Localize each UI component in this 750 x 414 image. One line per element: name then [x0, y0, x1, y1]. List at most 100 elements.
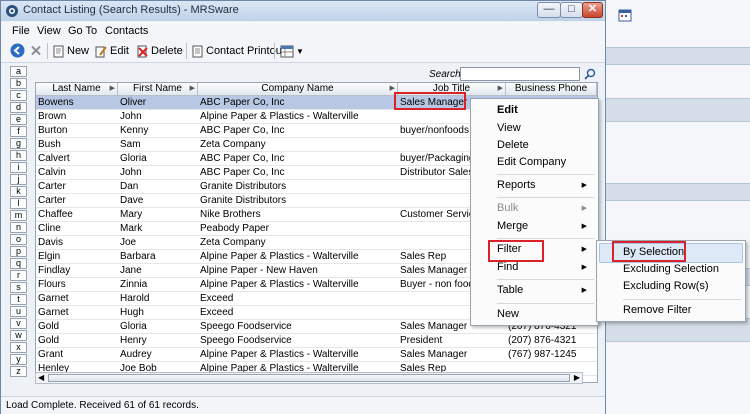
- context-menu-label: New: [497, 308, 520, 320]
- alpha-index-y[interactable]: y: [10, 354, 27, 365]
- bg-band: [606, 183, 750, 201]
- stop-x-icon[interactable]: [29, 43, 43, 58]
- delete-icon: [137, 45, 148, 58]
- column-header-label: First Name: [133, 83, 182, 94]
- alpha-index-w[interactable]: w: [10, 330, 27, 341]
- context-menu-item-table[interactable]: Table ▶: [497, 284, 594, 296]
- table-cell: Davis: [38, 237, 64, 248]
- chevron-down-icon: ▼: [296, 47, 304, 56]
- calendar-icon[interactable]: [618, 8, 632, 22]
- alpha-index-r[interactable]: r: [10, 270, 27, 281]
- maximize-button[interactable]: □: [560, 2, 583, 18]
- menu-goto[interactable]: Go To: [68, 25, 97, 37]
- scroll-right-icon[interactable]: ▶: [574, 373, 580, 383]
- alpha-index-f[interactable]: f: [10, 126, 27, 137]
- table-row[interactable]: Gold Henry Speego Foodservice President (207…: [36, 334, 597, 348]
- horizontal-scrollbar[interactable]: ◀ ▶: [35, 372, 583, 384]
- search-input[interactable]: [460, 67, 580, 81]
- contact-printout-button[interactable]: Contact Printout: [192, 44, 285, 59]
- context-menu-label: Table: [497, 284, 524, 296]
- highlight-selected-cell: [394, 92, 466, 110]
- alpha-index-p[interactable]: p: [10, 246, 27, 257]
- alpha-index-m[interactable]: m: [10, 210, 27, 221]
- title-bar[interactable]: Contact Listing (Search Results) - MRSwa…: [1, 1, 605, 21]
- context-menu-item-view[interactable]: View: [497, 122, 594, 134]
- view-options-dropdown[interactable]: ▼: [280, 44, 304, 59]
- new-button[interactable]: New: [52, 44, 89, 59]
- alpha-index-x[interactable]: x: [10, 342, 27, 353]
- scroll-left-icon[interactable]: ◀: [38, 373, 44, 383]
- table-cell: Exceed: [200, 293, 234, 304]
- column-header-company-name[interactable]: Company Name ▶: [198, 83, 398, 96]
- alpha-index-v[interactable]: v: [10, 318, 27, 329]
- table-cell: Granite Distributors: [200, 195, 287, 206]
- alpha-index-b[interactable]: b: [10, 78, 27, 89]
- scrollbar-thumb[interactable]: [48, 374, 570, 382]
- printout-document-icon: [192, 45, 203, 58]
- table-cell: Gloria: [120, 153, 147, 164]
- context-menu-item-merge[interactable]: Merge ▶: [497, 220, 594, 232]
- table-cell: Garnet: [38, 307, 69, 318]
- submenu-arrow-icon: ▶: [581, 223, 587, 230]
- alpha-index-s[interactable]: s: [10, 282, 27, 293]
- app-gear-icon: [6, 5, 18, 17]
- edit-button[interactable]: Edit: [95, 44, 129, 59]
- grid-view-icon: [280, 45, 294, 58]
- context-menu-label: Merge: [497, 220, 529, 232]
- context-menu-item-delete[interactable]: Delete: [497, 139, 594, 151]
- context-menu-label: View: [497, 122, 521, 134]
- minimize-button[interactable]: —: [537, 2, 561, 18]
- alpha-index-o[interactable]: o: [10, 234, 27, 245]
- alpha-index-k[interactable]: k: [10, 186, 27, 197]
- filter-option-excluding-row-s-[interactable]: Excluding Row(s): [623, 280, 709, 292]
- delete-button[interactable]: Delete: [136, 44, 183, 59]
- table-row[interactable]: Grant Audrey Alpine Paper & Plastics - Wal…: [36, 348, 597, 362]
- alpha-index-q[interactable]: q: [10, 258, 27, 269]
- column-header-first-name[interactable]: First Name ▶: [118, 83, 198, 96]
- alpha-index-z[interactable]: z: [10, 366, 27, 377]
- alpha-index-t[interactable]: t: [10, 294, 27, 305]
- alpha-index-a[interactable]: a: [10, 66, 27, 77]
- context-menu-label: Edit: [497, 104, 518, 116]
- context-menu-item-find[interactable]: Find ▶: [497, 261, 594, 273]
- table-cell: Peabody Paper: [200, 223, 269, 234]
- alpha-index-c[interactable]: c: [10, 90, 27, 101]
- filter-option-excluding-selection[interactable]: Excluding Selection: [623, 263, 719, 275]
- alpha-index-d[interactable]: d: [10, 102, 27, 113]
- highlight-filter-item: [488, 240, 544, 262]
- table-cell: Speego Foodservice: [200, 321, 292, 332]
- alpha-index-j[interactable]: j: [10, 174, 27, 185]
- table-cell: Bowens: [38, 97, 74, 108]
- back-arrow-icon[interactable]: [10, 43, 25, 58]
- table-cell: Mark: [120, 223, 143, 234]
- context-menu-item-reports[interactable]: Reports ▶: [497, 179, 594, 191]
- filter-option-remove-filter[interactable]: Remove Filter: [623, 304, 691, 316]
- alpha-index-g[interactable]: g: [10, 138, 27, 149]
- column-header-business-phone[interactable]: Business Phone: [506, 83, 597, 96]
- search-icon[interactable]: [584, 68, 596, 80]
- submenu-arrow-icon: ▶: [581, 205, 587, 212]
- alpha-index-i[interactable]: i: [10, 162, 27, 173]
- table-cell: President: [400, 335, 443, 346]
- alpha-index-n[interactable]: n: [10, 222, 27, 233]
- submenu-arrow-icon: ▶: [581, 287, 587, 294]
- column-header-last-name[interactable]: Last Name ▶: [36, 83, 118, 96]
- status-text: Load Complete. Received 61 of 61 records…: [6, 400, 199, 411]
- context-menu-item-edit[interactable]: Edit: [497, 104, 594, 116]
- alpha-index-u[interactable]: u: [10, 306, 27, 317]
- table-cell: Findlay: [38, 265, 71, 276]
- table-cell: ABC Paper Co, Inc: [200, 97, 285, 108]
- context-menu-item-new[interactable]: New: [497, 308, 594, 320]
- table-cell: (767) 987-1245: [508, 349, 577, 360]
- alpha-index-h[interactable]: h: [10, 150, 27, 161]
- table-cell: (207) 876-4321: [508, 335, 577, 346]
- alpha-index-e[interactable]: e: [10, 114, 27, 125]
- table-cell: Hugh: [120, 307, 144, 318]
- menu-file[interactable]: File: [12, 25, 30, 37]
- table-cell: Barbara: [120, 251, 156, 262]
- menu-view[interactable]: View: [37, 25, 61, 37]
- alpha-index-l[interactable]: l: [10, 198, 27, 209]
- menu-contacts[interactable]: Contacts: [105, 25, 148, 37]
- close-button[interactable]: ✕: [582, 2, 603, 18]
- context-menu-item-edit-company[interactable]: Edit Company: [497, 156, 594, 168]
